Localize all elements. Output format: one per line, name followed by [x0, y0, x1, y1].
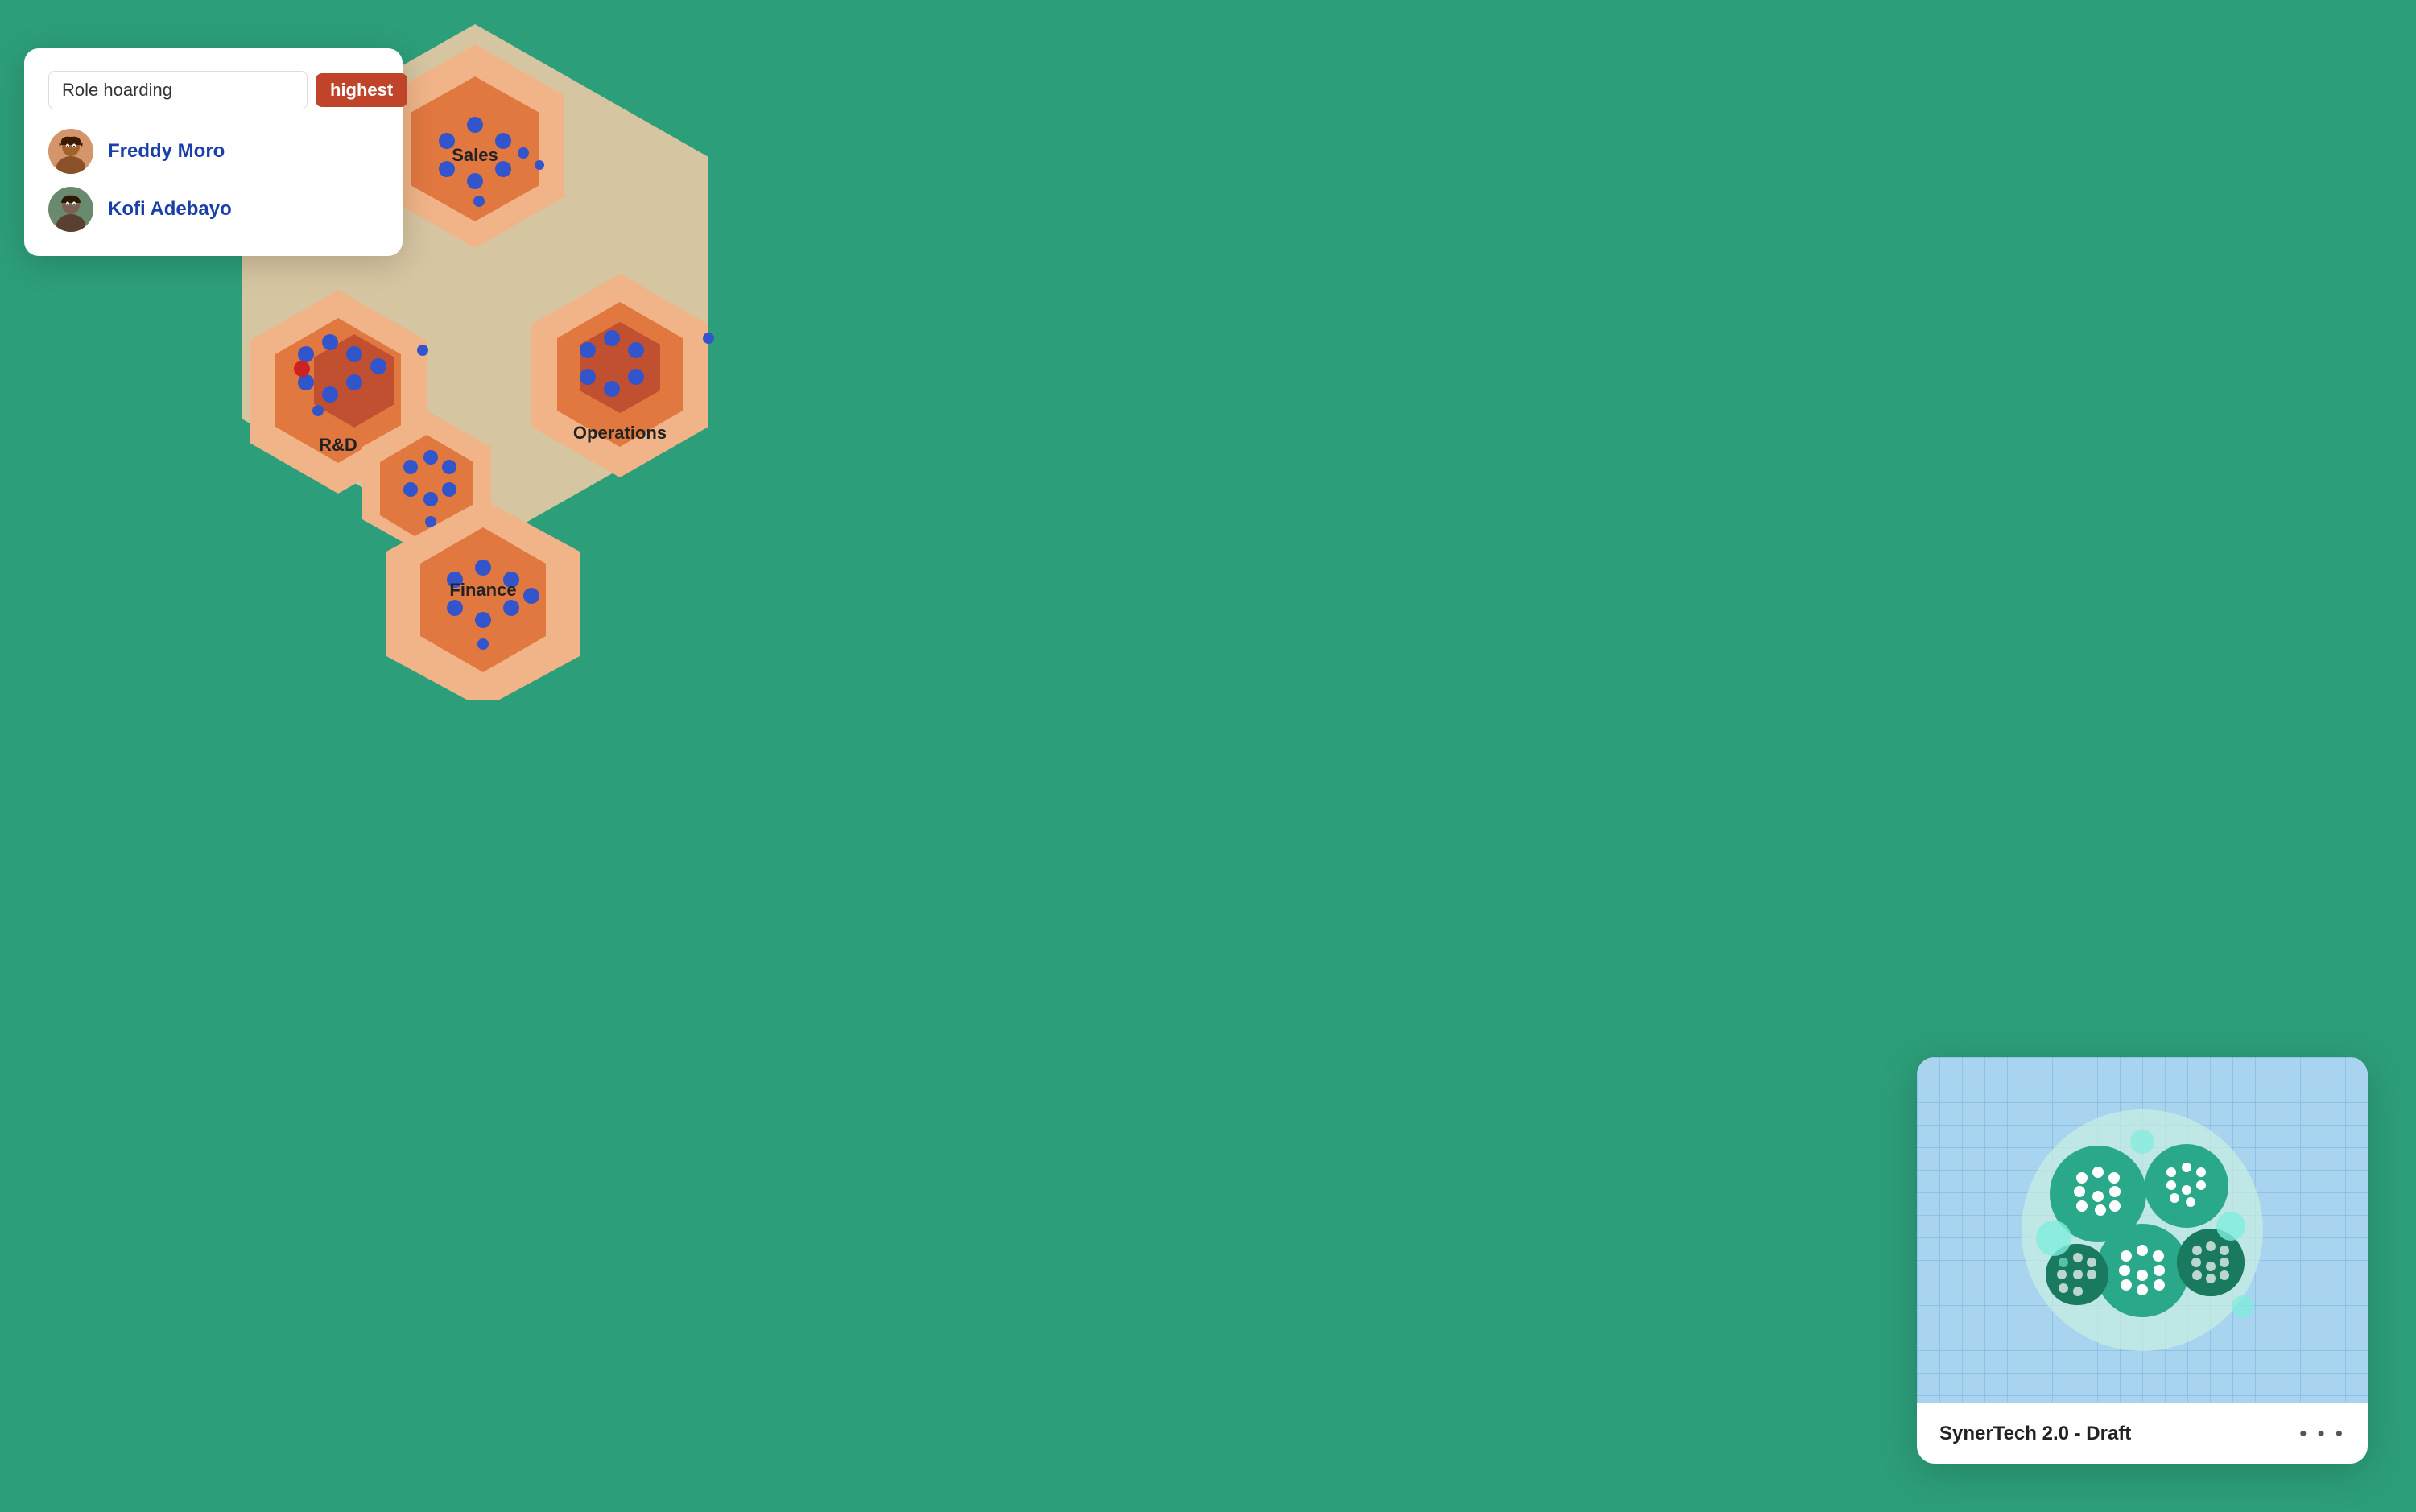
- user-list: Freddy Moro Kofi Adebayo: [48, 129, 378, 232]
- user-name: Freddy Moro: [108, 140, 225, 163]
- svg-text:R&D: R&D: [319, 435, 357, 455]
- search-input[interactable]: [48, 71, 308, 109]
- more-options-button[interactable]: • • •: [2299, 1421, 2345, 1446]
- svg-text:Sales: Sales: [452, 145, 498, 165]
- user-name: Kofi Adebayo: [108, 198, 232, 221]
- search-card: highest: [24, 48, 403, 256]
- synertech-footer: SynerTech 2.0 - Draft • • •: [1917, 1403, 2368, 1464]
- avatar: [48, 187, 93, 232]
- search-row: highest: [48, 71, 378, 109]
- list-item[interactable]: Kofi Adebayo: [48, 187, 378, 232]
- synertech-card: SynerTech 2.0 - Draft • • •: [1917, 1057, 2368, 1464]
- severity-badge: highest: [316, 73, 407, 107]
- avatar: [48, 129, 93, 174]
- synertech-title: SynerTech 2.0 - Draft: [1939, 1423, 2131, 1445]
- bubble-chart: [2013, 1101, 2271, 1359]
- list-item[interactable]: Freddy Moro: [48, 129, 378, 174]
- synertech-image: [1917, 1057, 2368, 1403]
- svg-text:Operations: Operations: [573, 423, 667, 443]
- svg-text:Finance: Finance: [449, 580, 516, 600]
